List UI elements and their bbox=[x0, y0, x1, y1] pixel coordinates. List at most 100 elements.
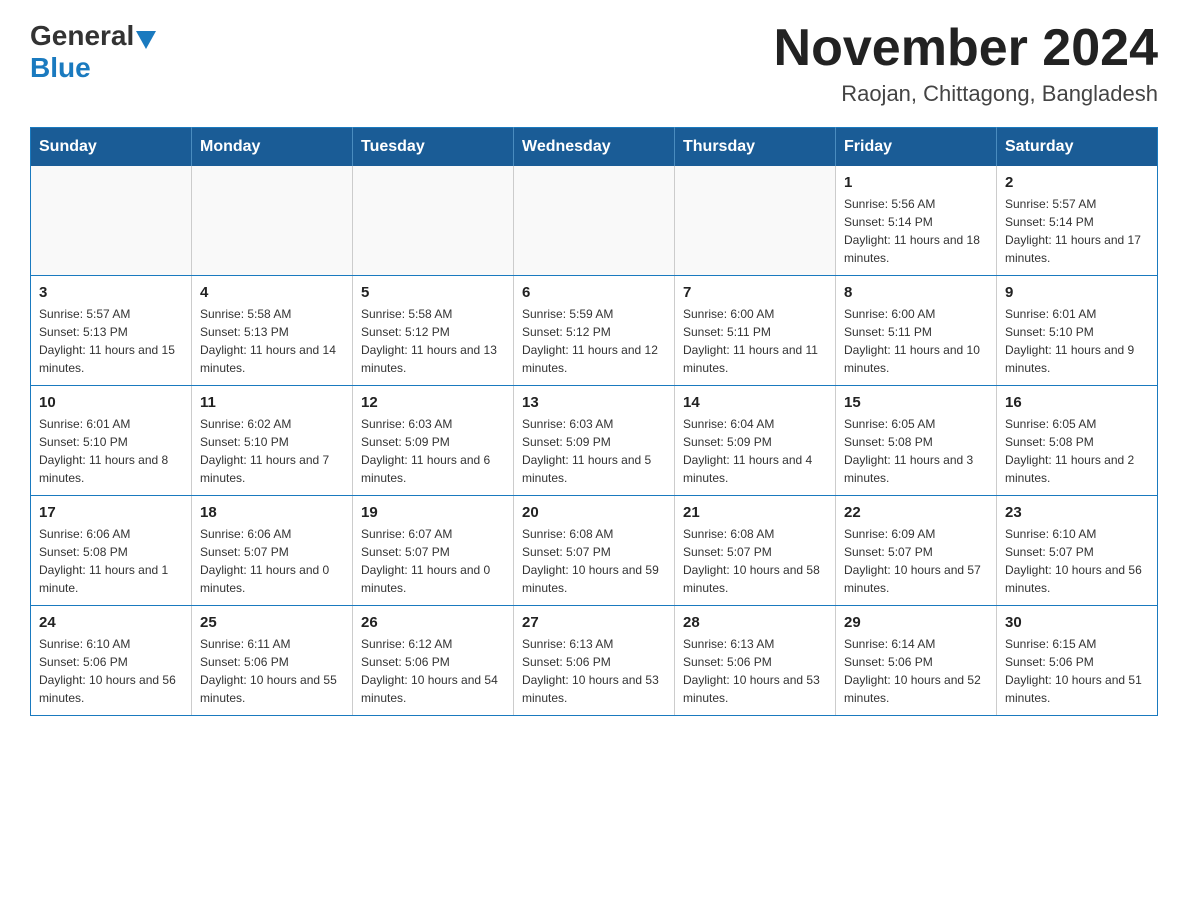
day-number: 3 bbox=[39, 284, 183, 301]
day-info: Sunrise: 5:57 AM Sunset: 5:13 PM Dayligh… bbox=[39, 305, 183, 377]
calendar-cell-21: 21 Sunrise: 6:08 AM Sunset: 5:07 PM Dayli… bbox=[675, 496, 836, 606]
calendar-week-row: 10 Sunrise: 6:01 AM Sunset: 5:10 PM Dayli… bbox=[31, 386, 1158, 496]
day-number: 14 bbox=[683, 394, 827, 411]
calendar-cell-14: 14 Sunrise: 6:04 AM Sunset: 5:09 PM Dayli… bbox=[675, 386, 836, 496]
calendar-cell-11: 11 Sunrise: 6:02 AM Sunset: 5:10 PM Dayli… bbox=[192, 386, 353, 496]
calendar-cell-16: 16 Sunrise: 6:05 AM Sunset: 5:08 PM Dayli… bbox=[997, 386, 1158, 496]
calendar-cell-9: 9 Sunrise: 6:01 AM Sunset: 5:10 PM Daylig… bbox=[997, 276, 1158, 386]
calendar-cell-27: 27Sunrise: 6:13 AM Sunset: 5:06 PM Dayli… bbox=[514, 606, 675, 716]
day-number: 1 bbox=[844, 174, 988, 191]
day-number: 29 bbox=[844, 614, 988, 631]
calendar-week-row: 3 Sunrise: 5:57 AM Sunset: 5:13 PM Daylig… bbox=[31, 276, 1158, 386]
calendar-header-thursday: Thursday bbox=[675, 128, 836, 167]
day-info: Sunrise: 6:02 AM Sunset: 5:10 PM Dayligh… bbox=[200, 415, 344, 487]
calendar-header-friday: Friday bbox=[836, 128, 997, 167]
day-number: 6 bbox=[522, 284, 666, 301]
calendar-cell-29: 29 Sunrise: 6:14 AM Sunset: 5:06 PM Dayli… bbox=[836, 606, 997, 716]
day-number: 2 bbox=[1005, 174, 1149, 191]
calendar-header-tuesday: Tuesday bbox=[353, 128, 514, 167]
calendar-week-row: 17Sunrise: 6:06 AM Sunset: 5:08 PM Dayli… bbox=[31, 496, 1158, 606]
day-info: Sunrise: 6:06 AM Sunset: 5:07 PM Dayligh… bbox=[200, 525, 344, 597]
day-info: Sunrise: 6:08 AM Sunset: 5:07 PM Dayligh… bbox=[522, 525, 666, 597]
calendar-header-row: SundayMondayTuesdayWednesdayThursdayFrid… bbox=[31, 128, 1158, 167]
logo-triangle-icon bbox=[136, 31, 156, 49]
calendar-cell-2: 2 Sunrise: 5:57 AM Sunset: 5:14 PM Daylig… bbox=[997, 166, 1158, 276]
calendar-cell-19: 19 Sunrise: 6:07 AM Sunset: 5:07 PM Dayli… bbox=[353, 496, 514, 606]
calendar-cell-1: 1Sunrise: 5:56 AM Sunset: 5:14 PM Daylig… bbox=[836, 166, 997, 276]
day-number: 16 bbox=[1005, 394, 1149, 411]
logo: General Blue bbox=[30, 20, 158, 84]
month-title: November 2024 bbox=[774, 20, 1158, 77]
page-header: General Blue November 2024 Raojan, Chitt… bbox=[30, 20, 1158, 107]
day-number: 10 bbox=[39, 394, 183, 411]
day-number: 4 bbox=[200, 284, 344, 301]
calendar-cell-20: 20 Sunrise: 6:08 AM Sunset: 5:07 PM Dayli… bbox=[514, 496, 675, 606]
calendar-cell-empty bbox=[31, 166, 192, 276]
day-number: 11 bbox=[200, 394, 344, 411]
day-info: Sunrise: 6:00 AM Sunset: 5:11 PM Dayligh… bbox=[683, 305, 827, 377]
logo-general-text: General bbox=[30, 20, 134, 52]
day-number: 18 bbox=[200, 504, 344, 521]
calendar-header-monday: Monday bbox=[192, 128, 353, 167]
day-number: 30 bbox=[1005, 614, 1149, 631]
day-info: Sunrise: 6:14 AM Sunset: 5:06 PM Dayligh… bbox=[844, 635, 988, 707]
day-info: Sunrise: 6:09 AM Sunset: 5:07 PM Dayligh… bbox=[844, 525, 988, 597]
day-number: 25 bbox=[200, 614, 344, 631]
day-number: 21 bbox=[683, 504, 827, 521]
day-info: Sunrise: 5:59 AM Sunset: 5:12 PM Dayligh… bbox=[522, 305, 666, 377]
day-number: 19 bbox=[361, 504, 505, 521]
calendar-cell-22: 22 Sunrise: 6:09 AM Sunset: 5:07 PM Dayli… bbox=[836, 496, 997, 606]
calendar-cell-26: 26 Sunrise: 6:12 AM Sunset: 5:06 PM Dayli… bbox=[353, 606, 514, 716]
day-info: Sunrise: 6:00 AM Sunset: 5:11 PM Dayligh… bbox=[844, 305, 988, 377]
calendar-cell-18: 18 Sunrise: 6:06 AM Sunset: 5:07 PM Dayli… bbox=[192, 496, 353, 606]
day-number: 13 bbox=[522, 394, 666, 411]
day-info: Sunrise: 5:58 AM Sunset: 5:12 PM Dayligh… bbox=[361, 305, 505, 377]
calendar-week-row: 1Sunrise: 5:56 AM Sunset: 5:14 PM Daylig… bbox=[31, 166, 1158, 276]
day-info: Sunrise: 6:08 AM Sunset: 5:07 PM Dayligh… bbox=[683, 525, 827, 597]
day-number: 26 bbox=[361, 614, 505, 631]
calendar-header-wednesday: Wednesday bbox=[514, 128, 675, 167]
day-info: Sunrise: 6:13 AM Sunset: 5:06 PM Dayligh… bbox=[683, 635, 827, 707]
calendar-cell-empty bbox=[353, 166, 514, 276]
calendar-cell-empty bbox=[675, 166, 836, 276]
calendar-cell-8: 8 Sunrise: 6:00 AM Sunset: 5:11 PM Daylig… bbox=[836, 276, 997, 386]
calendar-cell-5: 5 Sunrise: 5:58 AM Sunset: 5:12 PM Daylig… bbox=[353, 276, 514, 386]
day-info: Sunrise: 6:13 AM Sunset: 5:06 PM Dayligh… bbox=[522, 635, 666, 707]
calendar-cell-10: 10 Sunrise: 6:01 AM Sunset: 5:10 PM Dayli… bbox=[31, 386, 192, 496]
day-info: Sunrise: 6:04 AM Sunset: 5:09 PM Dayligh… bbox=[683, 415, 827, 487]
calendar-week-row: 24Sunrise: 6:10 AM Sunset: 5:06 PM Dayli… bbox=[31, 606, 1158, 716]
day-info: Sunrise: 5:58 AM Sunset: 5:13 PM Dayligh… bbox=[200, 305, 344, 377]
day-info: Sunrise: 6:05 AM Sunset: 5:08 PM Dayligh… bbox=[844, 415, 988, 487]
day-number: 28 bbox=[683, 614, 827, 631]
day-number: 5 bbox=[361, 284, 505, 301]
calendar-cell-4: 4 Sunrise: 5:58 AM Sunset: 5:13 PM Daylig… bbox=[192, 276, 353, 386]
calendar-cell-28: 28 Sunrise: 6:13 AM Sunset: 5:06 PM Dayli… bbox=[675, 606, 836, 716]
day-info: Sunrise: 6:05 AM Sunset: 5:08 PM Dayligh… bbox=[1005, 415, 1149, 487]
calendar-table: SundayMondayTuesdayWednesdayThursdayFrid… bbox=[30, 127, 1158, 716]
day-info: Sunrise: 6:07 AM Sunset: 5:07 PM Dayligh… bbox=[361, 525, 505, 597]
day-info: Sunrise: 5:57 AM Sunset: 5:14 PM Dayligh… bbox=[1005, 195, 1149, 267]
calendar-cell-13: 13 Sunrise: 6:03 AM Sunset: 5:09 PM Dayli… bbox=[514, 386, 675, 496]
calendar-cell-12: 12Sunrise: 6:03 AM Sunset: 5:09 PM Dayli… bbox=[353, 386, 514, 496]
day-number: 22 bbox=[844, 504, 988, 521]
calendar-header-sunday: Sunday bbox=[31, 128, 192, 167]
day-info: Sunrise: 6:01 AM Sunset: 5:10 PM Dayligh… bbox=[1005, 305, 1149, 377]
location-text: Raojan, Chittagong, Bangladesh bbox=[774, 81, 1158, 107]
calendar-cell-7: 7 Sunrise: 6:00 AM Sunset: 5:11 PM Daylig… bbox=[675, 276, 836, 386]
day-number: 8 bbox=[844, 284, 988, 301]
day-info: Sunrise: 6:03 AM Sunset: 5:09 PM Dayligh… bbox=[522, 415, 666, 487]
calendar-cell-24: 24Sunrise: 6:10 AM Sunset: 5:06 PM Dayli… bbox=[31, 606, 192, 716]
day-number: 7 bbox=[683, 284, 827, 301]
day-number: 20 bbox=[522, 504, 666, 521]
day-info: Sunrise: 6:12 AM Sunset: 5:06 PM Dayligh… bbox=[361, 635, 505, 707]
calendar-cell-17: 17Sunrise: 6:06 AM Sunset: 5:08 PM Dayli… bbox=[31, 496, 192, 606]
day-info: Sunrise: 6:01 AM Sunset: 5:10 PM Dayligh… bbox=[39, 415, 183, 487]
day-info: Sunrise: 6:15 AM Sunset: 5:06 PM Dayligh… bbox=[1005, 635, 1149, 707]
day-info: Sunrise: 6:03 AM Sunset: 5:09 PM Dayligh… bbox=[361, 415, 505, 487]
day-number: 15 bbox=[844, 394, 988, 411]
title-section: November 2024 Raojan, Chittagong, Bangla… bbox=[774, 20, 1158, 107]
calendar-cell-empty bbox=[192, 166, 353, 276]
day-number: 9 bbox=[1005, 284, 1149, 301]
day-number: 23 bbox=[1005, 504, 1149, 521]
calendar-cell-23: 23Sunrise: 6:10 AM Sunset: 5:07 PM Dayli… bbox=[997, 496, 1158, 606]
